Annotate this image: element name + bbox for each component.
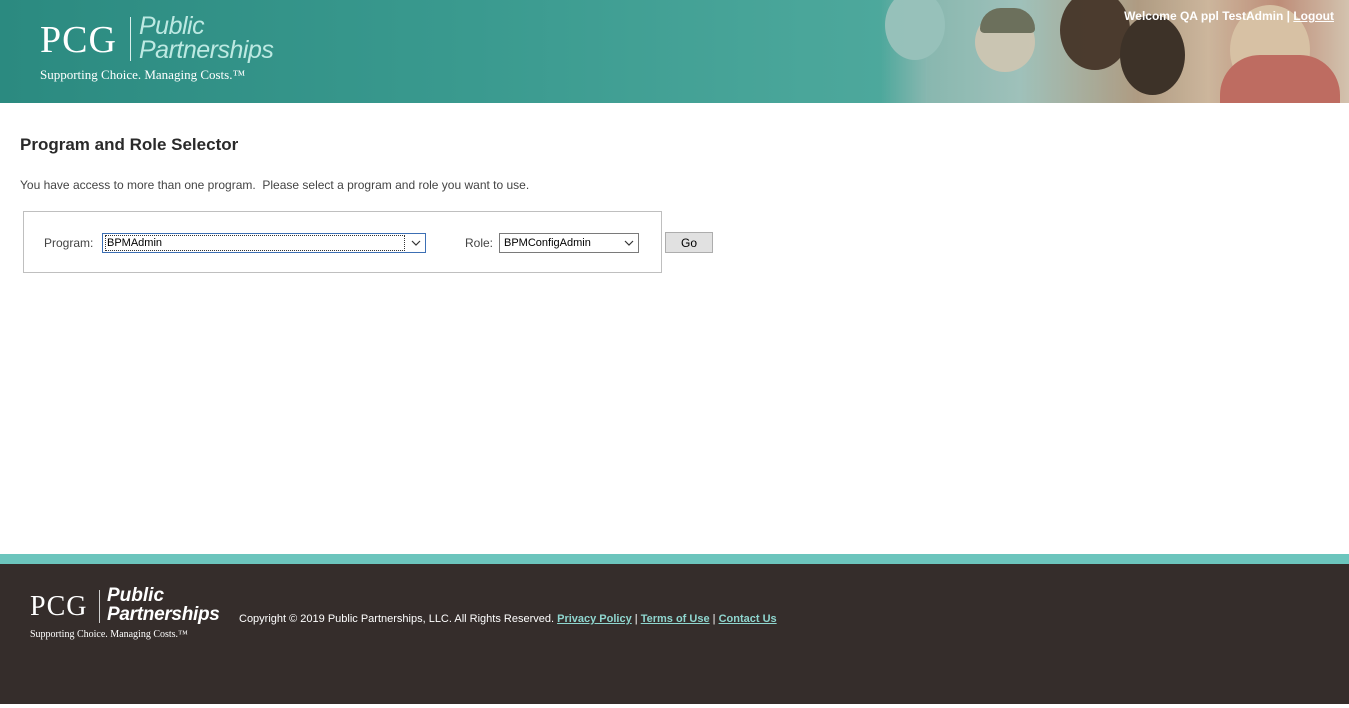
link-separator: |: [712, 613, 716, 625]
intro-text: You have access to more than one program…: [20, 178, 530, 192]
logout-link[interactable]: Logout: [1293, 9, 1334, 23]
footer-stripe: [0, 554, 1349, 564]
program-role-selector-box: Program: BPMAdmin Role: BPMConfigAdmin: [23, 211, 662, 273]
logo-divider: [130, 17, 131, 61]
contact-us-link[interactable]: Contact Us: [719, 613, 777, 625]
terms-of-use-link[interactable]: Terms of Use: [641, 613, 710, 625]
role-label: Role:: [465, 236, 494, 250]
page-footer: PCG Public Partnerships Supporting Choic…: [0, 564, 1349, 704]
bottom-strip: [0, 704, 1349, 708]
page-header: PCG Public Partnerships Supporting Choic…: [0, 0, 1349, 103]
footer-logo-pcg-text: PCG: [30, 591, 88, 622]
privacy-policy-link[interactable]: Privacy Policy: [557, 613, 632, 625]
program-select-value: BPMAdmin: [105, 235, 405, 251]
footer-logo-tagline: Supporting Choice. Managing Costs.™: [30, 629, 188, 640]
link-separator: |: [634, 613, 638, 625]
role-select-value: BPMConfigAdmin: [504, 237, 591, 249]
footer-logo-public-text: Public: [107, 585, 165, 606]
logo-tagline: Supporting Choice. Managing Costs.™: [40, 67, 246, 82]
footer-logo-divider: [99, 590, 100, 623]
copyright-text: Copyright © 2019 Public Partnerships, LL…: [239, 613, 555, 625]
chevron-down-icon: [622, 236, 636, 250]
logo-pcg-text: PCG: [40, 19, 117, 61]
welcome-bar: Welcome QA ppl TestAdmin | Logout: [1124, 9, 1334, 23]
footer-logo-partnerships-text: Partnerships: [107, 604, 220, 625]
logo-partnerships-text: Partnerships: [139, 36, 274, 64]
chevron-down-icon: [409, 236, 423, 250]
program-label: Program:: [44, 236, 94, 250]
go-button[interactable]: Go: [665, 232, 713, 253]
role-select[interactable]: BPMConfigAdmin: [499, 233, 639, 253]
welcome-text: Welcome QA ppl TestAdmin |: [1124, 9, 1290, 23]
page-title: Program and Role Selector: [20, 135, 239, 154]
program-select[interactable]: BPMAdmin: [102, 233, 426, 253]
copyright-line: Copyright © 2019 Public Partnerships, LL…: [239, 613, 777, 625]
